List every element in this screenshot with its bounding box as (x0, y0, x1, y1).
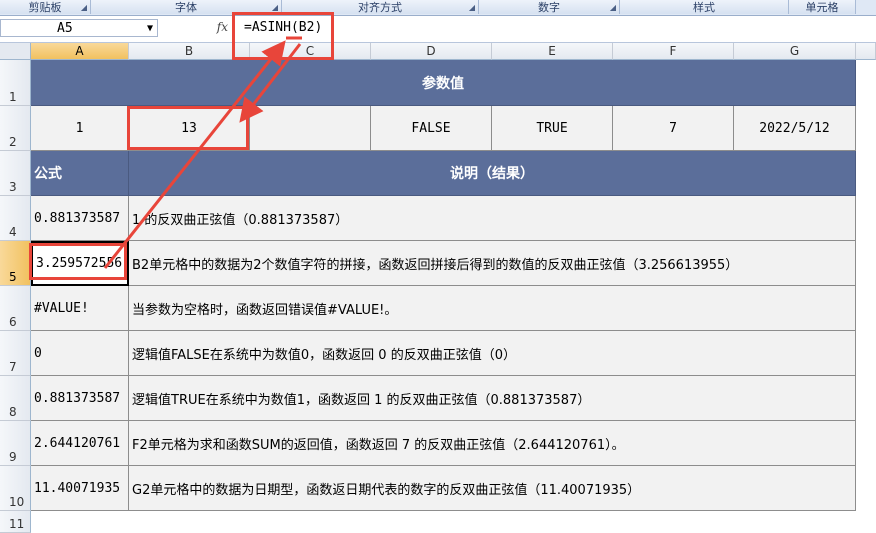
formula-bar: A5 ▼ fx =ASINH(B2) (0, 16, 876, 43)
result-cell-a9[interactable]: 2.644120761 (31, 421, 129, 466)
header-formula[interactable]: 公式 (31, 151, 129, 196)
column-header-h[interactable] (856, 43, 876, 60)
result-cell-a6[interactable]: #VALUE! (31, 286, 129, 331)
name-box-value: A5 (57, 21, 73, 36)
row-header-4[interactable]: 4 (0, 196, 31, 241)
row-header-2[interactable]: 2 (0, 106, 31, 151)
formula-tools: fx (160, 19, 234, 39)
result-cell-a5[interactable]: 3.259572556 (31, 241, 129, 286)
column-header-a[interactable]: A (31, 43, 129, 60)
ribbon-group-label: 样式 (693, 1, 715, 14)
row-header-1[interactable]: 1 (0, 60, 31, 106)
description-cell-b6[interactable]: 当参数为空格时，函数返回错误值#VALUE!。 (129, 286, 856, 331)
description-cell-b10[interactable]: G2单元格中的数据为日期型，函数返日期代表的数字的反双曲正弦值（11.40071… (129, 466, 856, 511)
result-cell-a4[interactable]: 0.881373587 (31, 196, 129, 241)
row-header-6[interactable]: 6 (0, 286, 31, 331)
ribbon-group-label: 数字 (538, 1, 560, 14)
column-header-d[interactable]: D (371, 43, 492, 60)
param-cell-g2[interactable]: 2022/5/12 (734, 106, 856, 151)
description-cell-b8[interactable]: 逻辑值TRUE在系统中为数值1，函数返回 1 的反双曲正弦值（0.8813735… (129, 376, 856, 421)
row-header-5[interactable]: 5 (0, 241, 31, 286)
ribbon-group-styles[interactable]: 样式 (620, 0, 789, 14)
description-cell-b4[interactable]: 1 的反双曲正弦值（0.881373587） (129, 196, 856, 241)
row-header-3[interactable]: 3 (0, 151, 31, 196)
result-cell-a8[interactable]: 0.881373587 (31, 376, 129, 421)
chevron-down-icon[interactable]: ▼ (147, 20, 153, 38)
ribbon-group-alignment[interactable]: 对齐方式 ◢ (282, 0, 479, 14)
row-header-7[interactable]: 7 (0, 331, 31, 376)
name-box[interactable]: A5 ▼ (0, 19, 158, 37)
dialog-launcher-icon[interactable]: ◢ (272, 3, 278, 12)
param-cell-d2[interactable]: FALSE (371, 106, 492, 151)
ribbon-group-label: 单元格 (805, 1, 839, 14)
ribbon-group-font[interactable]: 字体 ◢ (91, 0, 282, 14)
param-cell-a2[interactable]: 1 (31, 106, 129, 151)
dialog-launcher-icon[interactable]: ◢ (610, 3, 616, 12)
ribbon-group-label: 对齐方式 (358, 1, 402, 14)
column-header-e[interactable]: E (492, 43, 613, 60)
dialog-launcher-icon[interactable]: ◢ (81, 3, 87, 12)
ribbon-group-label: 剪贴板 (28, 1, 62, 14)
result-cell-a10[interactable]: 11.40071935 (31, 466, 129, 511)
param-cell-f2[interactable]: 7 (613, 106, 734, 151)
column-header-b[interactable]: B (129, 43, 250, 60)
row-header-10[interactable]: 10 (0, 466, 31, 511)
description-cell-b9[interactable]: F2单元格为求和函数SUM的返回值，函数返回 7 的反双曲正弦值（2.64412… (129, 421, 856, 466)
dialog-launcher-icon[interactable]: ◢ (469, 3, 475, 12)
select-all-corner[interactable] (0, 43, 31, 60)
column-header-g[interactable]: G (734, 43, 856, 60)
ribbon: 剪贴板 ◢ 字体 ◢ 对齐方式 ◢ 数字 ◢ 样式 单元格 (0, 0, 876, 16)
row-header-8[interactable]: 8 (0, 376, 31, 421)
description-cell-b5[interactable]: B2单元格中的数据为2个数值字符的拼接，函数返回拼接后得到的数值的反双曲正弦值（… (129, 241, 856, 286)
param-cell-c2[interactable] (250, 106, 371, 151)
result-cell-a7[interactable]: 0 (31, 331, 129, 376)
ribbon-group-label: 字体 (175, 1, 197, 14)
formula-input[interactable]: =ASINH(B2) (244, 20, 322, 35)
row-header-11[interactable]: 11 (0, 511, 31, 533)
column-header-c[interactable]: C (250, 43, 371, 60)
param-cell-e2[interactable]: TRUE (492, 106, 613, 151)
ribbon-group-clipboard[interactable]: 剪贴板 ◢ (0, 0, 91, 14)
title-cell[interactable]: 参数值 (31, 60, 856, 106)
column-header-f[interactable]: F (613, 43, 734, 60)
header-description[interactable]: 说明（结果） (129, 151, 856, 196)
row-header-9[interactable]: 9 (0, 421, 31, 466)
ribbon-group-cells[interactable]: 单元格 (789, 0, 856, 14)
param-cell-b2[interactable]: 13 (129, 106, 250, 151)
insert-function-icon[interactable]: fx (217, 20, 228, 34)
description-cell-b7[interactable]: 逻辑值FALSE在系统中为数值0，函数返回 0 的反双曲正弦值（0） (129, 331, 856, 376)
ribbon-group-number[interactable]: 数字 ◢ (479, 0, 620, 14)
